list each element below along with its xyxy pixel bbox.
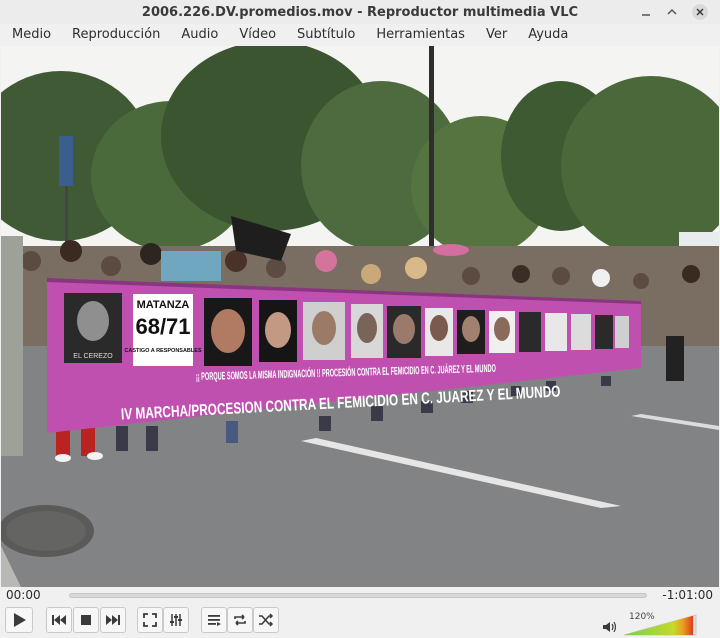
play-button[interactable] bbox=[5, 607, 33, 633]
menu-herramientas[interactable]: Herramientas bbox=[364, 24, 474, 46]
sign-line-2: 68/71 bbox=[135, 314, 190, 339]
play-icon bbox=[14, 613, 26, 627]
menu-subtitulo[interactable]: Subtítulo bbox=[285, 24, 364, 46]
time-bar: 00:00 -1:01:00 bbox=[0, 587, 720, 603]
seek-slider[interactable] bbox=[69, 593, 647, 598]
photo-caption: EL CEREZO bbox=[73, 353, 113, 360]
remaining-time: -1:01:00 bbox=[662, 588, 713, 602]
volume-slider[interactable] bbox=[624, 614, 698, 636]
menu-ayuda[interactable]: Ayuda bbox=[516, 24, 577, 46]
shuffle-icon bbox=[259, 613, 274, 627]
playlist-icon bbox=[208, 615, 221, 626]
menu-reproduccion[interactable]: Reproducción bbox=[60, 24, 169, 46]
menu-ver[interactable]: Ver bbox=[474, 24, 516, 46]
next-icon bbox=[106, 615, 120, 625]
fullscreen-button[interactable] bbox=[137, 607, 163, 633]
extended-settings-button[interactable] bbox=[163, 607, 189, 633]
playlist-button[interactable] bbox=[201, 607, 227, 633]
menu-video[interactable]: Vídeo bbox=[227, 24, 285, 46]
sign-line-3: CASTIGO A RESPONSABLES bbox=[124, 348, 202, 354]
previous-icon bbox=[52, 615, 66, 625]
shuffle-button[interactable] bbox=[253, 607, 279, 633]
elapsed-time: 00:00 bbox=[6, 588, 41, 602]
stop-button[interactable] bbox=[73, 607, 99, 633]
maximize-icon[interactable] bbox=[664, 4, 680, 20]
title-bar: 2006.226.DV.promedios.mov - Reproductor … bbox=[0, 0, 720, 24]
control-bar: 120% bbox=[0, 603, 720, 638]
loop-button[interactable] bbox=[227, 607, 253, 633]
video-frame[interactable]: MATANZA 68/71 CASTIGO A RESPONSABLES EL … bbox=[1, 46, 719, 587]
video-scene: MATANZA 68/71 CASTIGO A RESPONSABLES EL … bbox=[1, 46, 719, 587]
sign-line-1: MATANZA bbox=[137, 299, 190, 311]
loop-icon bbox=[234, 614, 246, 626]
next-button[interactable] bbox=[100, 607, 126, 633]
speaker-icon[interactable] bbox=[602, 619, 618, 638]
previous-button[interactable] bbox=[46, 607, 72, 633]
window-title: 2006.226.DV.promedios.mov - Reproductor … bbox=[141, 4, 579, 20]
menu-audio[interactable]: Audio bbox=[169, 24, 227, 46]
minimize-icon[interactable] bbox=[638, 4, 654, 20]
menu-medio[interactable]: Medio bbox=[0, 24, 60, 46]
fullscreen-icon bbox=[143, 613, 157, 627]
menu-bar: Medio Reproducción Audio Vídeo Subtítulo… bbox=[0, 24, 720, 46]
equalizer-icon bbox=[170, 614, 182, 626]
stop-icon bbox=[81, 615, 91, 625]
close-icon[interactable] bbox=[692, 4, 708, 20]
